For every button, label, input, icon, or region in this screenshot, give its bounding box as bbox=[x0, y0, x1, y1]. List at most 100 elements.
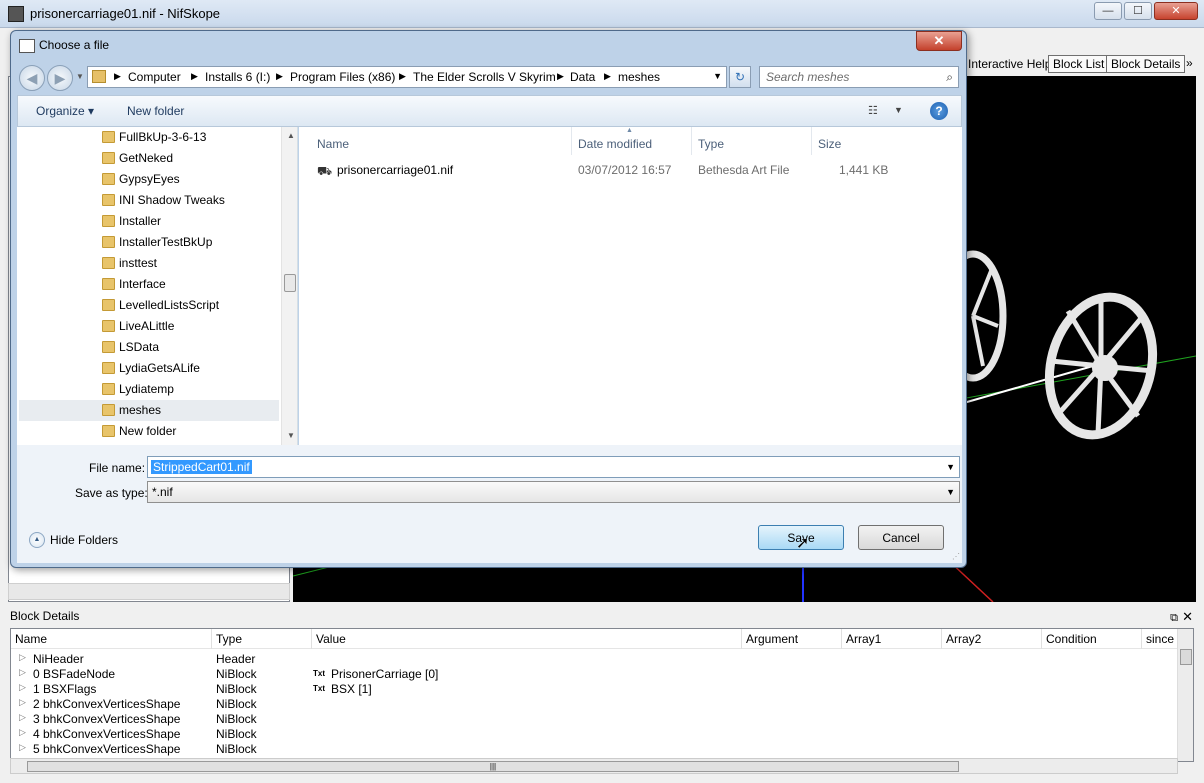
scroll-down-icon[interactable]: ▼ bbox=[287, 431, 295, 440]
tree-folder-item[interactable]: LSData bbox=[19, 337, 279, 358]
expand-icon[interactable]: ▷ bbox=[19, 712, 26, 723]
tree-folder-item[interactable]: Installer bbox=[19, 211, 279, 232]
tree-folder-item[interactable]: Interface bbox=[19, 274, 279, 295]
address-bar[interactable]: ▶ Computer ▶ Installs 6 (I:) ▶ Program F… bbox=[87, 66, 727, 88]
file-row[interactable]: ⛟ prisonercarriage01.nif 03/07/2012 16:5… bbox=[313, 161, 953, 181]
tree-folder-item[interactable]: LevelledListsScript bbox=[19, 295, 279, 316]
breadcrumb-computer[interactable]: Computer bbox=[128, 70, 181, 84]
column-header[interactable]: Argument bbox=[746, 632, 798, 646]
expand-icon[interactable]: ▷ bbox=[19, 727, 26, 738]
chevron-right-icon[interactable]: ▶ bbox=[191, 71, 198, 82]
folder-tree[interactable]: FullBkUp-3-6-13 GetNeked GypsyEyes INI S… bbox=[17, 127, 298, 445]
column-header[interactable]: Array1 bbox=[846, 632, 881, 646]
table-row[interactable]: ▷ 5 bhkConvexVerticesShape NiBlock bbox=[11, 742, 1181, 757]
column-header-size[interactable]: Size bbox=[818, 137, 841, 151]
close-icon[interactable]: ✕ bbox=[1154, 2, 1198, 20]
tree-folder-item[interactable]: New folder bbox=[19, 421, 279, 442]
close-button[interactable]: ✕ bbox=[916, 31, 962, 51]
column-header-name[interactable]: Name bbox=[317, 137, 349, 151]
chevron-right-icon[interactable]: ▶ bbox=[604, 71, 611, 82]
tab-block-list[interactable]: Block List bbox=[1048, 55, 1110, 73]
vertical-scrollbar[interactable]: ▲ ▼ bbox=[281, 127, 297, 445]
horizontal-scrollbar[interactable]: ||| bbox=[10, 758, 1178, 774]
table-row[interactable]: ▷ 2 bhkConvexVerticesShape NiBlock bbox=[11, 697, 1181, 712]
column-header[interactable]: Type bbox=[216, 632, 242, 646]
chevron-right-icon[interactable]: ▶ bbox=[114, 71, 121, 82]
close-icon[interactable]: ✕ bbox=[1182, 607, 1193, 627]
scrollbar-thumb[interactable] bbox=[284, 274, 296, 292]
block-details-table[interactable]: Name Type Value Argument Array1 Array2 C… bbox=[10, 628, 1194, 762]
tree-folder-item[interactable]: GypsyEyes bbox=[19, 169, 279, 190]
chevron-right-icon[interactable]: ▶ bbox=[399, 71, 406, 82]
search-icon[interactable]: ⌕ bbox=[946, 70, 953, 85]
column-header[interactable]: Condition bbox=[1046, 632, 1097, 646]
column-header[interactable]: Array2 bbox=[946, 632, 981, 646]
back-arrow-icon[interactable]: ◀ bbox=[19, 65, 45, 91]
tree-folder-item[interactable]: Lydiatemp bbox=[19, 379, 279, 400]
column-header-type[interactable]: Type bbox=[698, 137, 724, 151]
breadcrumb-meshes[interactable]: meshes bbox=[618, 70, 660, 84]
breadcrumb-data[interactable]: Data bbox=[570, 70, 595, 84]
search-input[interactable] bbox=[766, 69, 936, 85]
chevron-down-icon[interactable]: ▼ bbox=[946, 462, 955, 472]
tree-folder-item[interactable]: FullBkUp-3-6-13 bbox=[19, 127, 279, 148]
scrollbar-thumb[interactable] bbox=[1180, 649, 1192, 665]
table-row[interactable]: ▷ NiHeader Header bbox=[11, 652, 1181, 667]
breadcrumb-drive[interactable]: Installs 6 (I:) bbox=[205, 70, 270, 84]
tree-folder-item[interactable]: InstallerTestBkUp bbox=[19, 232, 279, 253]
horizontal-scrollbar[interactable] bbox=[8, 583, 290, 600]
help-icon[interactable]: ? bbox=[930, 102, 948, 120]
chevron-down-icon[interactable]: ▼ bbox=[713, 71, 722, 81]
scroll-up-icon[interactable]: ▲ bbox=[287, 131, 295, 140]
recent-locations-icon[interactable]: ▼ bbox=[76, 72, 84, 81]
search-box[interactable]: ⌕ bbox=[759, 66, 959, 88]
column-header-date[interactable]: Date modified bbox=[578, 137, 652, 151]
column-header[interactable]: since bbox=[1146, 632, 1174, 646]
tree-folder-item[interactable]: INI Shadow Tweaks bbox=[19, 190, 279, 211]
file-name-value[interactable]: StrippedCart01.nif bbox=[151, 460, 252, 474]
forward-arrow-icon[interactable]: ▶ bbox=[47, 65, 73, 91]
save-type-select[interactable]: *.nif ▼ bbox=[147, 481, 960, 503]
scrollbar-thumb[interactable]: ||| bbox=[27, 761, 959, 772]
organize-button[interactable]: Organize ▾ bbox=[36, 104, 94, 118]
column-header[interactable]: Name bbox=[15, 632, 47, 646]
expand-icon[interactable]: ▷ bbox=[19, 682, 26, 693]
chevron-down-icon[interactable]: ▼ bbox=[894, 105, 903, 115]
column-header[interactable]: Value bbox=[316, 632, 346, 646]
expand-icon[interactable]: ▷ bbox=[19, 742, 26, 753]
table-row[interactable]: ▷ 1 BSXFlags NiBlock Txt BSX [1] bbox=[11, 682, 1181, 697]
table-row[interactable]: ▷ 0 BSFadeNode NiBlock Txt PrisonerCarri… bbox=[11, 667, 1181, 682]
breadcrumb-skyrim[interactable]: The Elder Scrolls V Skyrim bbox=[413, 70, 556, 84]
resize-grip-icon[interactable]: ⋰ bbox=[952, 552, 960, 561]
chevron-right-icon[interactable]: ▶ bbox=[276, 71, 283, 82]
expand-icon[interactable]: ▷ bbox=[19, 652, 26, 663]
tree-folder-item-selected[interactable]: meshes bbox=[19, 400, 279, 421]
table-row[interactable]: ▷ 4 bhkConvexVerticesShape NiBlock bbox=[11, 727, 1181, 742]
hide-folders-button[interactable]: ▲ Hide Folders bbox=[29, 531, 139, 551]
cancel-button[interactable]: Cancel bbox=[858, 525, 944, 550]
expand-icon[interactable]: ▷ bbox=[19, 697, 26, 708]
maximize-icon[interactable]: ☐ bbox=[1124, 2, 1152, 20]
float-icon[interactable]: ⧉ bbox=[1170, 608, 1178, 628]
refresh-icon[interactable]: ↻ bbox=[729, 66, 751, 88]
chevron-right-icon[interactable]: ▶ bbox=[557, 71, 564, 82]
tab-block-details[interactable]: Block Details bbox=[1106, 55, 1186, 73]
file-list[interactable]: ▲ Name Date modified Type Size ⛟ prisone… bbox=[299, 127, 962, 445]
table-row[interactable]: ▷ 3 bhkConvexVerticesShape NiBlock bbox=[11, 712, 1181, 727]
tree-folder-item[interactable]: LiveALittle bbox=[19, 316, 279, 337]
tree-folder-item[interactable]: GetNeked bbox=[19, 148, 279, 169]
vertical-scrollbar[interactable] bbox=[1177, 629, 1193, 761]
toolbar-overflow-icon[interactable]: » bbox=[1186, 56, 1193, 70]
expand-icon[interactable]: ▷ bbox=[19, 667, 26, 678]
new-folder-button[interactable]: New folder bbox=[127, 104, 184, 118]
minimize-icon[interactable]: — bbox=[1094, 2, 1122, 20]
tree-folder-item[interactable]: insttest bbox=[19, 253, 279, 274]
breadcrumb-program-files[interactable]: Program Files (x86) bbox=[290, 70, 395, 84]
tree-folder-item[interactable]: LydiaGetsALife bbox=[19, 358, 279, 379]
interactive-help-button[interactable]: Interactive Help bbox=[968, 57, 1051, 71]
folder-icon bbox=[102, 299, 115, 311]
chevron-down-icon[interactable]: ▼ bbox=[946, 487, 955, 497]
file-name-field[interactable]: StrippedCart01.nif ▼ bbox=[147, 456, 960, 478]
view-options-icon[interactable]: ☷ bbox=[868, 104, 878, 117]
text-type-icon: Txt bbox=[313, 669, 325, 678]
